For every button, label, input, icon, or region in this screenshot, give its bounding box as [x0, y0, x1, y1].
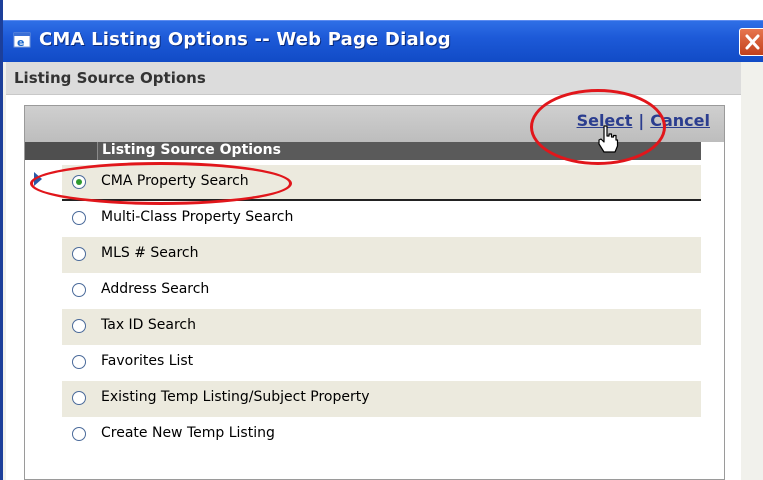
list-item[interactable]: Multi-Class Property Search: [62, 201, 701, 237]
ie-window-icon: e: [13, 32, 31, 49]
hand-cursor-icon: [598, 125, 619, 153]
highlight-circle-option: [30, 162, 292, 205]
option-label: Favorites List: [101, 353, 194, 369]
option-label: Multi-Class Property Search: [101, 209, 294, 225]
section-header: Listing Source Options: [6, 62, 741, 95]
titlebar[interactable]: e CMA Listing Options -- Web Page Dialog: [3, 20, 763, 62]
close-icon: [745, 34, 760, 50]
svg-text:e: e: [17, 36, 24, 49]
radio-button[interactable]: [72, 355, 86, 369]
radio-button[interactable]: [72, 427, 86, 441]
list-item[interactable]: MLS # Search: [62, 237, 701, 273]
radio-button[interactable]: [72, 247, 86, 261]
column-header-label: Listing Source Options: [102, 142, 281, 158]
list-item[interactable]: Favorites List: [62, 345, 701, 381]
list-item[interactable]: Existing Temp Listing/Subject Property: [62, 381, 701, 417]
option-label: Existing Temp Listing/Subject Property: [101, 389, 370, 405]
list-item[interactable]: Create New Temp Listing: [62, 417, 701, 453]
option-label: Address Search: [101, 281, 210, 297]
radio-button[interactable]: [72, 283, 86, 297]
radio-button[interactable]: [72, 211, 86, 225]
option-label: MLS # Search: [101, 245, 199, 261]
option-label: Tax ID Search: [101, 317, 197, 333]
list-item[interactable]: Tax ID Search: [62, 309, 701, 345]
close-button[interactable]: [739, 28, 763, 56]
column-header-gutter: [25, 142, 98, 160]
top-strip: [3, 0, 763, 20]
section-header-label: Listing Source Options: [14, 69, 206, 87]
option-label: Create New Temp Listing: [101, 425, 275, 441]
radio-button[interactable]: [72, 319, 86, 333]
list-item[interactable]: Address Search: [62, 273, 701, 309]
window-title: CMA Listing Options -- Web Page Dialog: [39, 29, 451, 50]
radio-button[interactable]: [72, 391, 86, 405]
